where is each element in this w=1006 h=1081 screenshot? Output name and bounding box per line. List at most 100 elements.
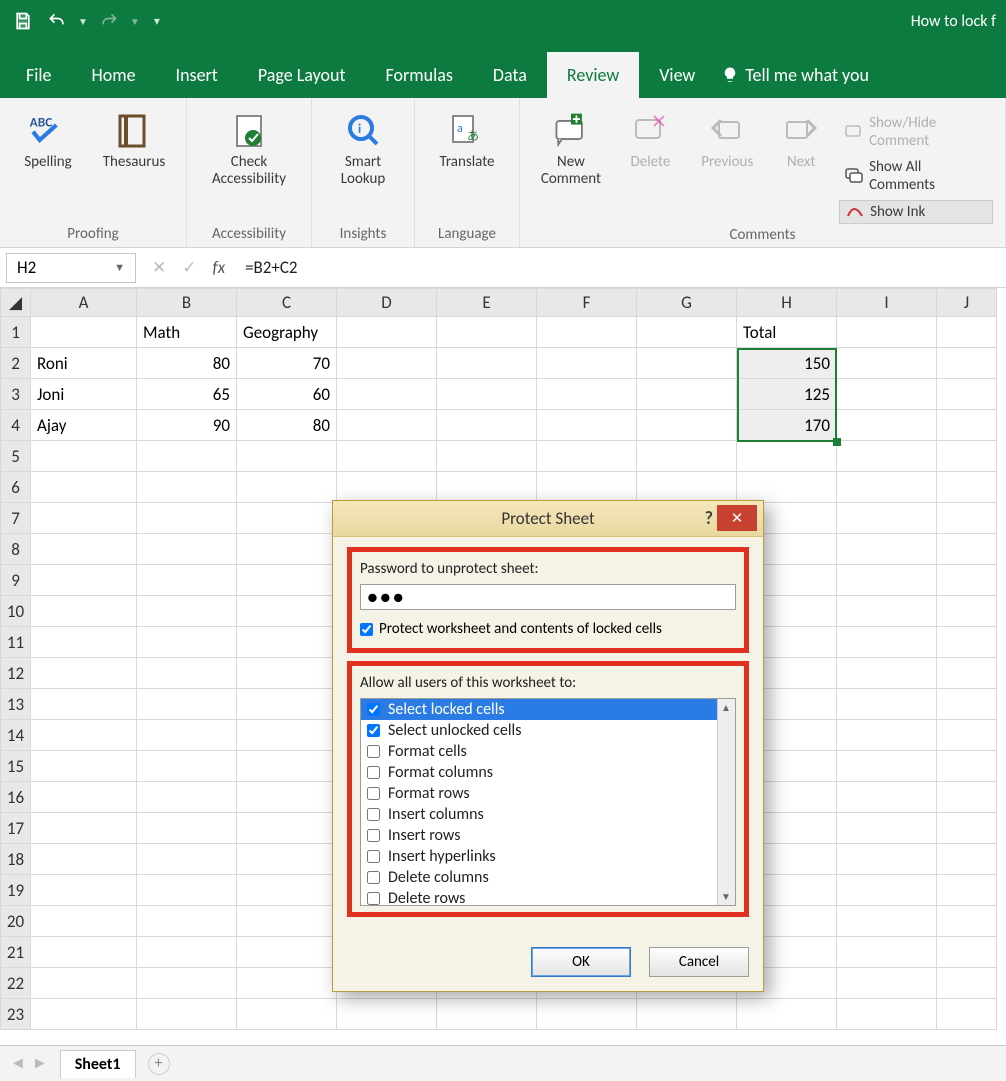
cell[interactable] — [237, 689, 337, 720]
tell-me[interactable]: Tell me what you — [715, 52, 875, 98]
cell[interactable]: Ajay — [31, 410, 137, 441]
cell[interactable] — [837, 379, 937, 410]
cell[interactable] — [237, 565, 337, 596]
cell[interactable] — [637, 317, 737, 348]
cell[interactable] — [237, 968, 337, 999]
cell[interactable] — [937, 968, 997, 999]
cell[interactable] — [537, 441, 637, 472]
cell[interactable] — [437, 348, 537, 379]
cell[interactable] — [937, 906, 997, 937]
tab-file[interactable]: File — [6, 52, 72, 98]
cell[interactable] — [237, 627, 337, 658]
cell[interactable] — [837, 317, 937, 348]
cell[interactable] — [31, 689, 137, 720]
cell[interactable]: 80 — [237, 410, 337, 441]
permission-checkbox[interactable] — [367, 808, 380, 821]
cell[interactable] — [937, 410, 997, 441]
cell[interactable] — [437, 441, 537, 472]
cell[interactable] — [337, 317, 437, 348]
cell[interactable] — [937, 999, 997, 1030]
row-header[interactable]: 4 — [1, 410, 31, 441]
cell[interactable] — [837, 627, 937, 658]
permission-checkbox[interactable] — [367, 703, 380, 716]
cell[interactable] — [237, 751, 337, 782]
cell[interactable] — [337, 410, 437, 441]
cell[interactable] — [337, 348, 437, 379]
new-sheet-button[interactable]: + — [148, 1053, 170, 1075]
column-headers[interactable]: ◢ A B C D E F G H I J — [1, 289, 997, 317]
row-header[interactable]: 19 — [1, 875, 31, 906]
cell[interactable] — [237, 441, 337, 472]
cell[interactable] — [337, 441, 437, 472]
cell[interactable] — [237, 999, 337, 1030]
cell[interactable] — [837, 751, 937, 782]
cell[interactable] — [31, 441, 137, 472]
cell[interactable] — [937, 627, 997, 658]
cell[interactable] — [837, 937, 937, 968]
row-header[interactable]: 11 — [1, 627, 31, 658]
cell[interactable] — [937, 689, 997, 720]
cell[interactable] — [837, 999, 937, 1030]
cell[interactable] — [537, 999, 637, 1030]
permission-option[interactable]: Insert hyperlinks — [361, 846, 717, 867]
cell[interactable] — [837, 813, 937, 844]
cell[interactable] — [837, 503, 937, 534]
tab-home[interactable]: Home — [72, 52, 156, 98]
cell[interactable] — [31, 317, 137, 348]
tab-view[interactable]: View — [639, 52, 715, 98]
cell[interactable] — [637, 999, 737, 1030]
cell[interactable] — [137, 534, 237, 565]
cell[interactable] — [537, 317, 637, 348]
cell[interactable] — [537, 379, 637, 410]
row-header[interactable]: 3 — [1, 379, 31, 410]
cell[interactable] — [31, 472, 137, 503]
cell[interactable] — [31, 875, 137, 906]
cell[interactable] — [137, 844, 237, 875]
cell[interactable] — [937, 534, 997, 565]
cell[interactable] — [637, 348, 737, 379]
cell[interactable] — [837, 565, 937, 596]
cell[interactable] — [937, 875, 997, 906]
cell[interactable] — [137, 503, 237, 534]
cell[interactable] — [637, 441, 737, 472]
cell[interactable] — [837, 968, 937, 999]
permissions-listbox[interactable]: Select locked cellsSelect unlocked cells… — [360, 698, 736, 906]
cell[interactable]: Geography — [237, 317, 337, 348]
permission-checkbox[interactable] — [367, 724, 380, 737]
password-input[interactable] — [360, 584, 736, 610]
cell[interactable] — [237, 720, 337, 751]
cell[interactable] — [937, 348, 997, 379]
cell[interactable] — [437, 317, 537, 348]
cell[interactable] — [937, 658, 997, 689]
protect-contents-check[interactable] — [360, 623, 373, 636]
cell[interactable]: 80 — [137, 348, 237, 379]
cell[interactable] — [31, 813, 137, 844]
cell[interactable] — [837, 875, 937, 906]
select-all-corner[interactable]: ◢ — [1, 289, 31, 317]
protect-contents-checkbox[interactable]: Protect worksheet and contents of locked… — [360, 620, 736, 638]
cell[interactable] — [837, 844, 937, 875]
row-header[interactable]: 7 — [1, 503, 31, 534]
cell[interactable] — [237, 472, 337, 503]
undo-icon[interactable] — [44, 8, 70, 34]
sheet-next-icon[interactable]: ► — [32, 1054, 48, 1073]
col-header[interactable]: F — [537, 289, 637, 317]
permission-checkbox[interactable] — [367, 745, 380, 758]
dialog-help-icon[interactable]: ? — [705, 507, 713, 529]
cell[interactable] — [337, 472, 437, 503]
smart-lookup-button[interactable]: i Smart Lookup — [324, 106, 402, 193]
permission-option[interactable]: Delete columns — [361, 867, 717, 888]
cell[interactable] — [237, 596, 337, 627]
row-header[interactable]: 23 — [1, 999, 31, 1030]
cell[interactable] — [837, 410, 937, 441]
cell[interactable] — [31, 937, 137, 968]
cell[interactable] — [437, 472, 537, 503]
permission-option[interactable]: Format rows — [361, 783, 717, 804]
permission-checkbox[interactable] — [367, 850, 380, 863]
cell[interactable] — [637, 379, 737, 410]
permission-checkbox[interactable] — [367, 787, 380, 800]
cell[interactable] — [837, 441, 937, 472]
cell[interactable] — [31, 906, 137, 937]
cell[interactable] — [137, 875, 237, 906]
cell[interactable] — [31, 503, 137, 534]
